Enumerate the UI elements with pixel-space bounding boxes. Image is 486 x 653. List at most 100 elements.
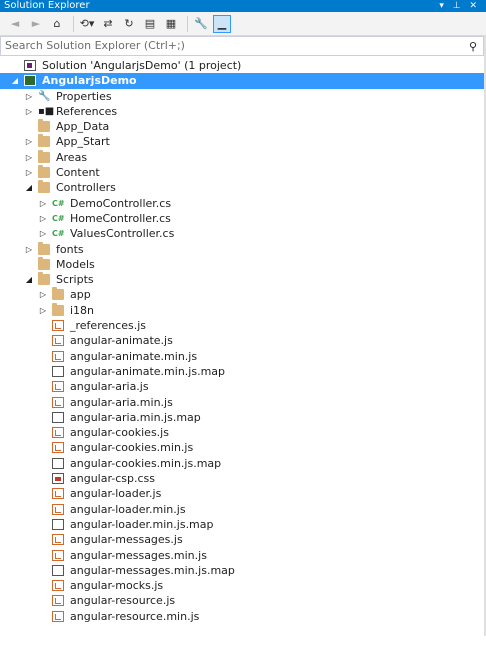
search-icon[interactable]: ⚲ — [469, 38, 477, 56]
tree-item-label: angular-mocks.js — [70, 579, 164, 593]
map-file-icon — [52, 457, 64, 469]
collapse-arrow-icon[interactable]: ◢ — [24, 180, 34, 195]
expand-arrow-icon[interactable]: ▷ — [38, 211, 48, 226]
tree-item-label: App_Data — [56, 120, 110, 134]
panel-title-bar[interactable]: Solution Explorer ▾ ⊥ ✕ — [0, 0, 486, 12]
sync-button[interactable]: ⇄ — [99, 15, 117, 33]
tree-item[interactable]: Models — [0, 256, 486, 272]
tree-item-label: angular-animate.min.js — [70, 349, 198, 363]
js-file-icon — [52, 580, 64, 592]
refresh-button[interactable]: ↻ — [120, 15, 138, 33]
collapse-arrow-icon[interactable]: ◢ — [10, 73, 20, 88]
expand-arrow-icon[interactable]: ▷ — [38, 196, 48, 211]
tree-item-label: angular-resource.js — [70, 594, 176, 608]
tree-item[interactable]: angular-mocks.js — [0, 578, 486, 593]
tree-item[interactable]: angular-loader.js — [0, 486, 486, 501]
collapse-all-button[interactable]: ▤ — [141, 15, 159, 33]
tree-item[interactable]: ▷ App_Start — [0, 134, 486, 149]
tree-item-label: DemoController.cs — [70, 196, 172, 210]
tree-item[interactable]: angular-cookies.min.js — [0, 440, 486, 455]
tree-item[interactable]: _references.js — [0, 318, 486, 333]
map-file-icon — [52, 518, 64, 530]
folder-icon — [38, 256, 50, 270]
csharp-icon: C# — [52, 213, 65, 223]
expand-arrow-icon[interactable]: ▷ — [24, 89, 34, 104]
tree-item-label: App_Start — [56, 135, 110, 149]
tree-item-label: ValuesController.cs — [70, 227, 175, 241]
tree-item-label: angular-loader.min.js — [70, 502, 186, 516]
search-box[interactable]: Search Solution Explorer (Ctrl+;) ⚲ — [0, 36, 484, 56]
tree-item-label: AngularjsDemo — [42, 74, 137, 88]
js-file-icon — [52, 595, 64, 607]
tree-item[interactable]: angular-animate.min.js — [0, 349, 486, 364]
js-file-icon — [52, 381, 64, 393]
back-button[interactable]: ◄ — [6, 15, 24, 33]
pin-preview-button[interactable]: ▁ — [213, 14, 231, 33]
tree-item-label: Areas — [56, 150, 88, 164]
tree-item[interactable]: angular-cookies.js — [0, 425, 486, 440]
tree-item[interactable]: angular-messages.min.js.map — [0, 563, 486, 578]
tree-item[interactable]: App_Data — [0, 119, 486, 134]
tree-item-label: _references.js — [70, 319, 147, 333]
tree-item[interactable]: angular-loader.min.js — [0, 502, 486, 517]
csharp-icon: C# — [52, 229, 65, 239]
tree-item[interactable]: ▷ app — [0, 287, 486, 302]
tree-item[interactable]: ▷ C# ValuesController.cs — [0, 226, 486, 241]
tree-item-label: angular-csp.css — [70, 472, 156, 486]
tree-item[interactable]: ▷ Content — [0, 165, 486, 180]
expand-arrow-icon[interactable]: ▷ — [38, 226, 48, 241]
tree-item[interactable]: angular-animate.min.js.map — [0, 364, 486, 379]
tree-item[interactable]: angular-resource.js — [0, 593, 486, 608]
expand-arrow-icon[interactable]: ▷ — [24, 104, 34, 119]
tree-item[interactable]: angular-csp.css — [0, 471, 486, 486]
tree-item[interactable]: angular-resource.min.js — [0, 609, 486, 624]
history-button[interactable]: ⟲▾ — [78, 15, 96, 33]
tree-item[interactable]: ▷ C# HomeController.cs — [0, 211, 486, 226]
expand-arrow-icon[interactable]: ▷ — [24, 150, 34, 165]
home-button[interactable]: ⌂ — [48, 15, 66, 33]
tree-item[interactable]: ▷ 🔧 Properties — [0, 89, 486, 104]
tree-item[interactable]: angular-messages.js — [0, 532, 486, 547]
js-file-icon — [52, 503, 64, 515]
tree-item[interactable]: ▷ i18n — [0, 302, 486, 318]
css-file-icon — [52, 473, 64, 485]
tree-item[interactable]: angular-aria.js — [0, 379, 486, 394]
search-input[interactable]: Search Solution Explorer (Ctrl+;) — [5, 39, 185, 52]
tree-item-label: angular-aria.min.js.map — [70, 410, 201, 424]
tree-item[interactable]: ▷ fonts — [0, 241, 486, 257]
tree-item[interactable]: ▷ ▪■ References — [0, 104, 486, 119]
tree-item[interactable]: Solution 'AngularjsDemo' (1 project) — [0, 58, 486, 73]
tree-item[interactable]: angular-messages.min.js — [0, 548, 486, 563]
tree-item[interactable]: angular-animate.js — [0, 333, 486, 348]
expand-arrow-icon[interactable]: ▷ — [24, 134, 34, 149]
js-file-icon — [52, 610, 64, 622]
tree-item[interactable]: ◢ Scripts — [0, 272, 486, 287]
tree-item-label: fonts — [56, 242, 84, 256]
project-icon — [24, 75, 36, 87]
tree-item-label: angular-animate.js — [70, 334, 173, 348]
tree-item[interactable]: ▷ Areas — [0, 149, 486, 165]
tree-item[interactable]: ◢ Controllers — [0, 180, 486, 195]
csharp-icon: C# — [52, 198, 65, 208]
tree-item[interactable]: angular-aria.min.js — [0, 395, 486, 410]
expand-arrow-icon[interactable]: ▷ — [38, 287, 48, 302]
tree-item[interactable]: ◢ AngularjsDemo — [0, 73, 486, 89]
tree-item-label: app — [70, 288, 91, 302]
js-file-icon — [52, 442, 64, 454]
collapse-arrow-icon[interactable]: ◢ — [24, 272, 34, 287]
forward-button[interactable]: ► — [27, 15, 45, 33]
js-file-icon — [52, 320, 64, 332]
show-all-files-button[interactable]: ▦ — [162, 15, 180, 33]
js-file-icon — [52, 396, 64, 408]
properties-button[interactable]: 🔧 — [192, 15, 210, 33]
panel-window-controls[interactable]: ▾ ⊥ ✕ — [439, 0, 480, 12]
tree-item[interactable]: ▷ C# DemoController.cs — [0, 196, 486, 211]
panel-title: Solution Explorer — [4, 0, 90, 11]
tree-item[interactable]: angular-loader.min.js.map — [0, 517, 486, 532]
tree-item[interactable]: angular-cookies.min.js.map — [0, 456, 486, 471]
expand-arrow-icon[interactable]: ▷ — [24, 242, 34, 257]
toolbar-separator — [73, 15, 74, 32]
tree-item[interactable]: angular-aria.min.js.map — [0, 410, 486, 425]
expand-arrow-icon[interactable]: ▷ — [24, 165, 34, 180]
expand-arrow-icon[interactable]: ▷ — [38, 303, 48, 318]
